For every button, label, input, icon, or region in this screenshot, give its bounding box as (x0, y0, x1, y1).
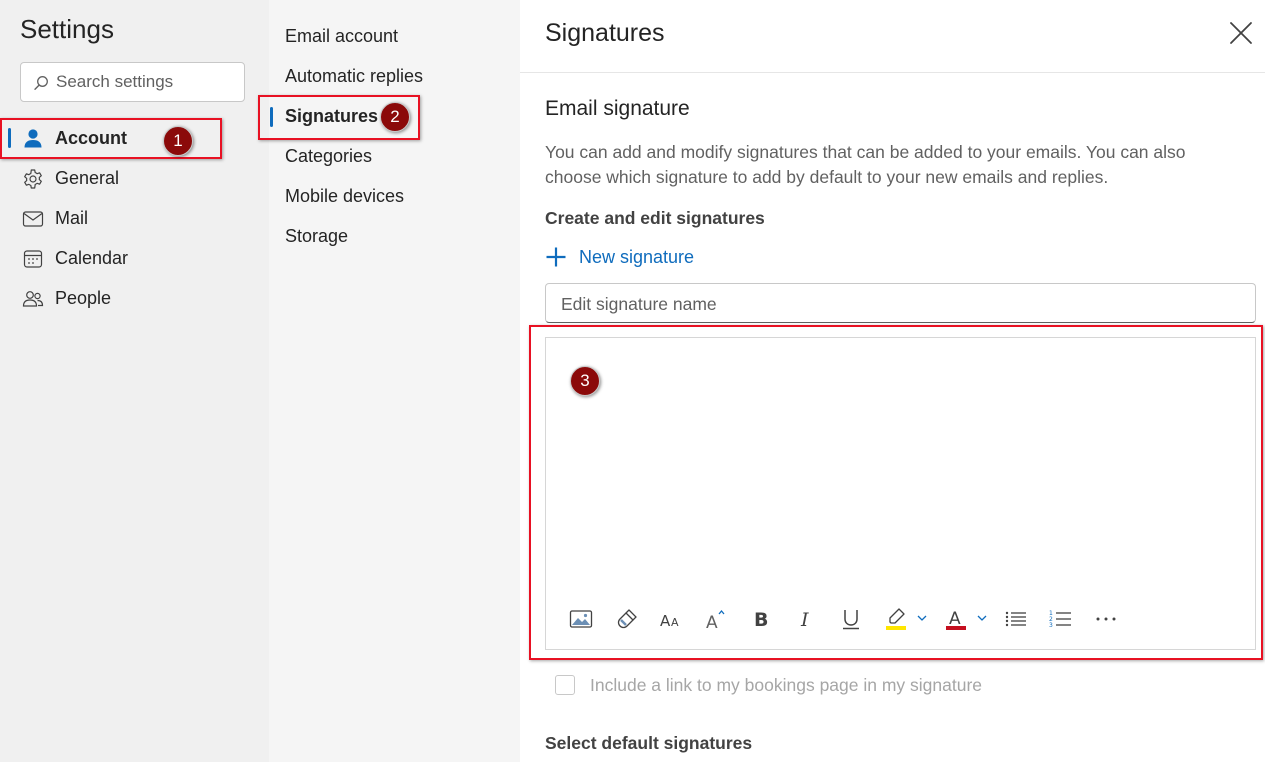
svg-text:I: I (800, 609, 809, 630)
svg-text:A: A (671, 616, 679, 629)
more-options-button[interactable] (1091, 604, 1121, 634)
nav-item-label: People (55, 288, 112, 308)
subnav-item-label: Storage (285, 226, 349, 246)
more-options-icon (1096, 617, 1116, 621)
chevron-down-icon[interactable] (916, 612, 928, 624)
svg-text:3: 3 (1049, 622, 1053, 629)
highlight-icon (886, 608, 906, 630)
nav-item-mail[interactable]: Mail (0, 199, 269, 239)
nav-item-general[interactable]: General (0, 159, 269, 199)
grow-font-button[interactable]: A (701, 604, 731, 634)
subnav-item-categories[interactable]: Categories (269, 138, 520, 178)
signature-name-input[interactable] (561, 292, 1241, 316)
bullets-icon (1005, 611, 1026, 627)
nav-item-label: Mail (55, 208, 89, 228)
numbering-icon: 1 2 3 (1049, 610, 1071, 629)
nav-item-label: Account (55, 128, 127, 148)
section-description: You can add and modify signatures that c… (545, 142, 1186, 187)
person-icon (24, 129, 42, 148)
nav-item-calendar[interactable]: Calendar (0, 239, 269, 279)
plus-icon (546, 247, 566, 267)
font-size-button[interactable]: A A (656, 604, 686, 634)
formatting-toolbar: A A A B I A 1 2 3 (546, 600, 1255, 636)
calendar-icon (23, 250, 43, 268)
annotation-badge-1: 1 (163, 126, 193, 156)
subnav-item-label: Signatures (285, 106, 379, 126)
subnav-item-storage[interactable]: Storage (269, 218, 520, 258)
bold-button[interactable]: B (746, 604, 776, 634)
header-divider (520, 72, 1265, 73)
annotation-badge-3: 3 (570, 366, 600, 396)
signatures-panel: Signatures Email signature You can add a… (520, 0, 1265, 762)
font-color-icon: A (946, 609, 966, 630)
create-edit-heading: Create and edit signatures (545, 208, 765, 228)
subnav-item-label: Mobile devices (285, 186, 405, 206)
subnav-item-label: Categories (285, 146, 373, 166)
bullets-button[interactable] (1001, 604, 1031, 634)
format-painter-button[interactable] (612, 604, 642, 634)
svg-text:A: A (706, 613, 718, 631)
gear-icon (24, 169, 42, 189)
insert-picture-icon (569, 610, 593, 628)
subnav-item-mobile-devices[interactable]: Mobile devices (269, 178, 520, 218)
font-size-icon: A A (660, 612, 679, 630)
insert-picture-button[interactable] (566, 604, 596, 634)
close-icon[interactable] (1227, 19, 1255, 47)
bold-icon: B (754, 609, 768, 630)
search-settings-box[interactable] (20, 62, 245, 102)
nav-item-people[interactable]: People (0, 279, 269, 319)
active-indicator (270, 107, 273, 127)
annotation-badge-2: 2 (380, 102, 410, 132)
nav-item-label: Calendar (55, 248, 129, 268)
search-settings-input[interactable] (56, 69, 236, 95)
select-default-heading: Select default signatures (545, 733, 753, 753)
font-color-button[interactable]: A (941, 604, 971, 634)
subnav-item-automatic-replies[interactable]: Automatic replies (269, 58, 520, 98)
svg-text:A: A (660, 612, 671, 630)
underline-button[interactable] (836, 604, 866, 634)
grow-font-icon: A (706, 609, 725, 631)
italic-icon: I (800, 609, 809, 630)
settings-title: Settings (20, 14, 114, 44)
bookings-link-label: Include a link to my bookings page in my… (590, 675, 983, 695)
nav-item-account[interactable]: Account (0, 119, 269, 159)
mail-icon (22, 211, 44, 227)
signature-editor: A A A B I A 1 2 3 (545, 337, 1256, 650)
search-icon (34, 76, 48, 90)
svg-text:B: B (754, 609, 768, 630)
section-title: Email signature (545, 97, 690, 120)
active-indicator (8, 128, 11, 148)
bookings-link-checkbox[interactable] (555, 675, 575, 695)
signature-name-field[interactable] (545, 283, 1256, 323)
italic-button[interactable]: I (791, 604, 821, 634)
new-signature-label: New signature (579, 247, 695, 267)
panel-title: Signatures (545, 19, 665, 47)
subnav-item-label: Automatic replies (285, 66, 424, 86)
chevron-down-icon[interactable] (976, 612, 988, 624)
nav-item-label: General (55, 168, 120, 188)
signature-editor-body[interactable] (546, 338, 1255, 588)
numbering-button[interactable]: 1 2 3 (1046, 604, 1076, 634)
subnav-item-email-account[interactable]: Email account (269, 18, 520, 58)
settings-nav-pane: Settings Account General Mail (0, 0, 269, 762)
people-icon (22, 291, 44, 307)
format-painter-icon (617, 609, 637, 629)
subnav-item-label: Email account (285, 26, 399, 46)
underline-icon (843, 610, 859, 630)
highlight-button[interactable] (881, 604, 911, 634)
